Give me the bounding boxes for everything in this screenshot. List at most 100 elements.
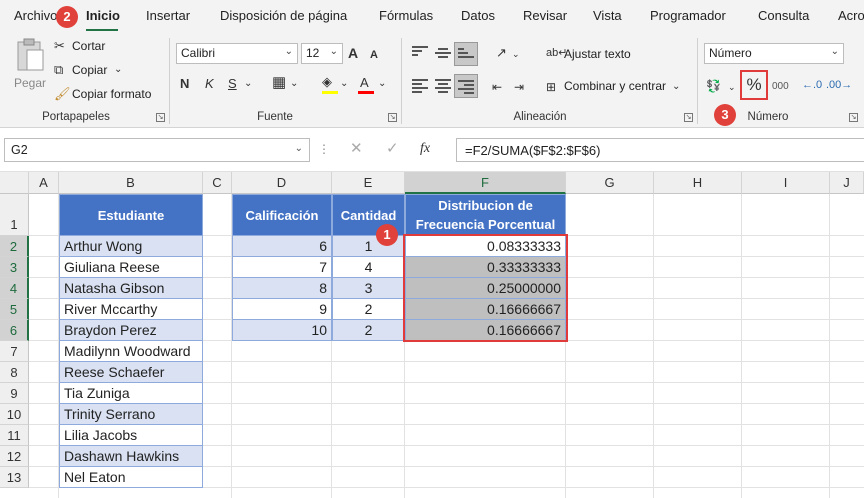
underline-button[interactable]: S bbox=[228, 75, 237, 93]
clipboard-launcher-icon[interactable]: ↘ bbox=[156, 113, 165, 122]
merge-center-button[interactable]: Combinar y centrar bbox=[564, 79, 666, 93]
chevron-down-icon[interactable]: ⌄ bbox=[340, 75, 348, 93]
align-middle-icon[interactable] bbox=[435, 48, 451, 62]
row-header-11[interactable]: 11 bbox=[0, 425, 29, 446]
chevron-down-icon[interactable]: ⌄ bbox=[512, 45, 520, 63]
row-header-8[interactable]: 8 bbox=[0, 362, 29, 383]
align-bottom-button[interactable] bbox=[454, 42, 478, 66]
borders-icon[interactable]: ▦ bbox=[272, 74, 286, 92]
cancel-icon[interactable]: ✕ bbox=[350, 140, 363, 158]
row-header-10[interactable]: 10 bbox=[0, 404, 29, 425]
row-header-6[interactable]: 6 bbox=[0, 320, 29, 341]
tab-formulas[interactable]: Fórmulas bbox=[379, 8, 433, 23]
column-header-d[interactable]: D bbox=[232, 172, 332, 194]
row-header-7[interactable]: 7 bbox=[0, 341, 29, 362]
align-right-button[interactable] bbox=[454, 74, 478, 98]
row-header-13[interactable]: 13 bbox=[0, 467, 29, 488]
count-cell[interactable]: 3 bbox=[332, 278, 405, 299]
count-cell[interactable]: 4 bbox=[332, 257, 405, 278]
accounting-format-icon[interactable]: 💱 bbox=[706, 77, 721, 95]
header-estudiante[interactable]: Estudiante bbox=[59, 194, 203, 236]
increase-decimal-icon[interactable]: ←.0 bbox=[802, 76, 822, 94]
grade-cell[interactable]: 8 bbox=[232, 278, 332, 299]
cut-button[interactable]: Cortar bbox=[72, 39, 105, 53]
number-launcher-icon[interactable]: ↘ bbox=[849, 113, 858, 122]
comma-style-button[interactable]: 000 bbox=[772, 78, 789, 96]
tab-vista[interactable]: Vista bbox=[593, 8, 622, 23]
column-header-c[interactable]: C bbox=[203, 172, 232, 194]
align-left-icon[interactable] bbox=[412, 79, 428, 93]
count-cell[interactable]: 2 bbox=[332, 299, 405, 320]
decrease-indent-icon[interactable]: ⇤ bbox=[492, 78, 502, 96]
bold-button[interactable]: N bbox=[180, 75, 189, 93]
row-header-1[interactable]: 1 bbox=[0, 194, 29, 236]
tab-consulta[interactable]: Consulta bbox=[758, 8, 809, 23]
column-header-a[interactable]: A bbox=[29, 172, 59, 194]
student-cell[interactable]: Lilia Jacobs bbox=[59, 425, 203, 446]
shrink-font-button[interactable]: A bbox=[370, 46, 378, 64]
tab-inicio[interactable]: Inicio bbox=[86, 8, 120, 23]
header-distribucion[interactable]: Distribucion de Frecuencia Porcentual bbox=[405, 194, 566, 236]
grade-cell[interactable]: 10 bbox=[232, 320, 332, 341]
font-size-select[interactable]: 12 ⌄ bbox=[301, 43, 343, 64]
chevron-down-icon[interactable]: ⌄ bbox=[114, 61, 122, 79]
column-header-j[interactable]: J bbox=[830, 172, 864, 194]
count-cell[interactable]: 2 bbox=[332, 320, 405, 341]
align-top-icon[interactable] bbox=[412, 46, 428, 60]
percent-style-button[interactable]: % bbox=[745, 76, 763, 94]
text-orientation-icon[interactable]: ↗ bbox=[496, 44, 507, 62]
grade-cell[interactable]: 9 bbox=[232, 299, 332, 320]
column-header-e[interactable]: E bbox=[332, 172, 405, 194]
paste-button[interactable]: Pegar bbox=[10, 38, 50, 98]
number-format-select[interactable]: Número ⌄ bbox=[704, 43, 844, 64]
grade-cell[interactable]: 6 bbox=[232, 236, 332, 257]
tab-revisar[interactable]: Revisar bbox=[523, 8, 567, 23]
fill-color-button[interactable]: ◈ bbox=[322, 74, 338, 94]
select-all-corner[interactable] bbox=[0, 172, 29, 194]
name-box[interactable]: G2 ⌄ bbox=[4, 138, 310, 162]
column-header-b[interactable]: B bbox=[59, 172, 203, 194]
grade-cell[interactable]: 7 bbox=[232, 257, 332, 278]
chevron-down-icon[interactable]: ⌄ bbox=[672, 78, 680, 96]
tab-archivo[interactable]: Archivo bbox=[14, 8, 57, 23]
student-cell[interactable]: Madilynn Woodward bbox=[59, 341, 203, 362]
student-cell[interactable]: Reese Schaefer bbox=[59, 362, 203, 383]
row-header-3[interactable]: 3 bbox=[0, 257, 29, 278]
header-calificacion[interactable]: Calificación bbox=[232, 194, 332, 236]
chevron-down-icon[interactable]: ⌄ bbox=[728, 78, 736, 96]
student-cell[interactable]: Nel Eaton bbox=[59, 467, 203, 488]
student-cell[interactable]: River Mccarthy bbox=[59, 299, 203, 320]
column-header-h[interactable]: H bbox=[654, 172, 742, 194]
column-header-i[interactable]: I bbox=[742, 172, 830, 194]
decrease-decimal-icon[interactable]: .00→ bbox=[826, 76, 852, 94]
format-painter-button[interactable]: Copiar formato bbox=[72, 87, 151, 101]
tab-programador[interactable]: Programador bbox=[650, 8, 726, 23]
tab-insertar[interactable]: Insertar bbox=[146, 8, 190, 23]
column-header-f[interactable]: F bbox=[405, 172, 566, 194]
formula-input[interactable]: =F2/SUMA($F$2:$F$6) bbox=[456, 138, 864, 162]
italic-button[interactable]: K bbox=[205, 75, 214, 93]
student-cell[interactable]: Tia Zuniga bbox=[59, 383, 203, 404]
grow-font-button[interactable]: A bbox=[348, 44, 358, 62]
wrap-text-button[interactable]: Ajustar texto bbox=[564, 47, 631, 61]
increase-indent-icon[interactable]: ⇥ bbox=[514, 78, 524, 96]
font-launcher-icon[interactable]: ↘ bbox=[388, 113, 397, 122]
student-cell[interactable]: Trinity Serrano bbox=[59, 404, 203, 425]
row-header-5[interactable]: 5 bbox=[0, 299, 29, 320]
chevron-down-icon[interactable]: ⌄ bbox=[378, 75, 386, 93]
tab-disposicion[interactable]: Disposición de página bbox=[220, 8, 347, 23]
copy-button[interactable]: Copiar bbox=[72, 63, 107, 77]
row-header-9[interactable]: 9 bbox=[0, 383, 29, 404]
alignment-launcher-icon[interactable]: ↘ bbox=[684, 113, 693, 122]
row-header-12[interactable]: 12 bbox=[0, 446, 29, 467]
more-options-icon[interactable]: ⋮ bbox=[318, 140, 330, 158]
student-cell[interactable]: Giuliana Reese bbox=[59, 257, 203, 278]
align-center-icon[interactable] bbox=[435, 79, 451, 93]
font-name-select[interactable]: Calibri ⌄ bbox=[176, 43, 298, 64]
chevron-down-icon[interactable]: ⌄ bbox=[290, 75, 298, 93]
font-color-button[interactable]: A bbox=[358, 74, 374, 94]
student-cell[interactable]: Arthur Wong bbox=[59, 236, 203, 257]
student-cell[interactable]: Braydon Perez bbox=[59, 320, 203, 341]
row-header-4[interactable]: 4 bbox=[0, 278, 29, 299]
insert-function-button[interactable]: fx bbox=[420, 140, 430, 158]
